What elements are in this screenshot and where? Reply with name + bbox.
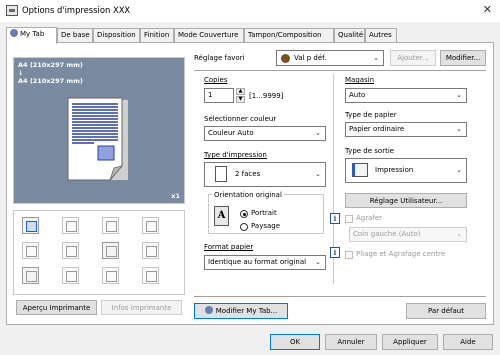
combine-function-icon[interactable] (102, 217, 119, 234)
printer-app-icon (6, 5, 18, 16)
copies-range: [1...9999] (249, 92, 284, 100)
chevron-down-icon: ⌄ (315, 129, 321, 137)
agrafer-label: Agrafer (356, 214, 383, 222)
tab-disposition[interactable]: Disposition (93, 28, 140, 43)
pliage-label: Pliage et Agrafage centre (356, 250, 446, 258)
booklet-function-icon[interactable] (62, 242, 79, 259)
copies-input[interactable]: 1 (204, 88, 234, 103)
punch-function-icon[interactable] (102, 267, 119, 284)
tab-de-base[interactable]: De base (57, 28, 93, 43)
window-title: Options d'impression XXX (22, 5, 131, 15)
paper-type-label: Type de papier (345, 111, 397, 119)
magasin-select[interactable]: Auto ⌄ (345, 88, 467, 103)
color-label: Sélectionner couleur (204, 115, 277, 123)
portrait-radio[interactable] (240, 210, 248, 218)
infos-imprimante-button[interactable]: Infos imprimante (101, 300, 182, 315)
appliquer-button[interactable]: Appliquer (382, 334, 438, 350)
agrafer-select[interactable]: Coin gauche (Auto) ⌄ (349, 227, 467, 242)
separator (194, 70, 486, 71)
favorite-select[interactable]: Val p déf. ⌄ (276, 50, 384, 66)
paysage-radio[interactable] (240, 223, 248, 231)
output-type-label: Type de sortie (345, 147, 395, 155)
staple-function-icon[interactable] (62, 267, 79, 284)
paper-format-select[interactable]: Identique au format original ⌄ (204, 255, 326, 270)
annuler-button[interactable]: Annuler (325, 334, 377, 350)
print-type-select[interactable]: 2 faces ⌄ (204, 162, 326, 187)
magasin-label: Magasin (345, 76, 375, 84)
apercu-imprimante-button[interactable]: Aperçu Imprimante (16, 300, 97, 315)
pliage-checkbox[interactable] (345, 251, 353, 259)
tab-my-tab[interactable]: My Tab (6, 27, 57, 44)
duplex-page-icon (215, 166, 227, 182)
duplex-function-icon[interactable] (22, 242, 39, 259)
preview-size-original: A4 (210x297 mm) (18, 61, 83, 69)
copies-down-button[interactable]: ▼ (236, 96, 245, 103)
page-preview-icon (67, 97, 128, 181)
user-icon (10, 29, 18, 37)
portrait-label: Portrait (251, 209, 277, 217)
ajouter-button[interactable]: Ajouter... (390, 50, 436, 66)
modifier-button[interactable]: Modifier... (440, 50, 486, 66)
copies-label: Copies (204, 76, 228, 84)
tab-autres[interactable]: Autres (365, 28, 397, 43)
info-icon[interactable]: i (330, 247, 340, 258)
output-type-select[interactable]: Impression ⌄ (345, 158, 467, 183)
agrafer-checkbox[interactable] (345, 215, 353, 223)
ok-button[interactable]: OK (270, 334, 320, 350)
reglage-utilisateur-button[interactable]: Réglage Utilisateur... (345, 193, 467, 208)
orientation-page-icon: A (214, 206, 229, 226)
tab-finition[interactable]: Finition (140, 28, 174, 43)
paysage-label: Paysage (251, 222, 281, 230)
chevron-down-icon: ⌄ (456, 230, 462, 238)
preview-size-output: A4 (210x297 mm) (18, 77, 83, 85)
copies-badge: x1 (171, 192, 180, 200)
fold-function-icon[interactable] (142, 267, 159, 284)
close-icon[interactable]: ✕ (483, 3, 492, 16)
par-defaut-button[interactable]: Par défaut (406, 303, 486, 319)
copies-up-button[interactable]: ▲ (236, 88, 245, 95)
separator (194, 296, 486, 297)
cover-function-icon[interactable] (142, 242, 159, 259)
chevron-down-icon: ⌄ (456, 166, 462, 174)
print-preview: A4 (210x297 mm) ↓ A4 (210x297 mm) x1 (13, 57, 185, 204)
info-icon[interactable]: i (330, 213, 340, 224)
paper-type-select[interactable]: Papier ordinaire ⌄ (345, 122, 467, 137)
tab-qualite[interactable]: Qualité (334, 28, 365, 43)
modifier-my-tab-button[interactable]: Modifier My Tab... (194, 303, 288, 319)
user-icon (204, 306, 213, 314)
paper-size-function-icon[interactable] (102, 242, 119, 259)
copy-function-icon[interactable] (142, 217, 159, 234)
layout-function-icon[interactable] (62, 217, 79, 234)
favorite-label: Réglage favori (194, 54, 245, 62)
tab-tampon-composition[interactable]: Tampon/Composition (244, 28, 334, 43)
chevron-down-icon: ⌄ (315, 258, 321, 266)
title-bar: Options d'impression XXX ✕ (0, 0, 500, 22)
chevron-down-icon: ⌄ (456, 125, 462, 133)
document-function-icon[interactable] (22, 267, 39, 284)
favorite-person-icon (281, 54, 290, 63)
chevron-down-icon: ⌄ (456, 91, 462, 99)
orientation-label: Orientation original (212, 191, 284, 199)
color-select[interactable]: Couleur Auto ⌄ (204, 126, 326, 141)
output-function-icon[interactable] (22, 217, 39, 234)
tab-mode-couverture[interactable]: Mode Couverture (174, 28, 244, 43)
output-printer-icon (352, 163, 368, 177)
preview-arrow: ↓ (18, 69, 24, 77)
chevron-down-icon: ⌄ (315, 170, 321, 178)
function-icon-grid (13, 210, 185, 295)
print-type-label: Type d'impression (204, 151, 267, 159)
chevron-down-icon: ⌄ (373, 54, 379, 62)
paper-format-label: Format papier (204, 243, 254, 251)
aide-button[interactable]: Aide (443, 334, 493, 350)
